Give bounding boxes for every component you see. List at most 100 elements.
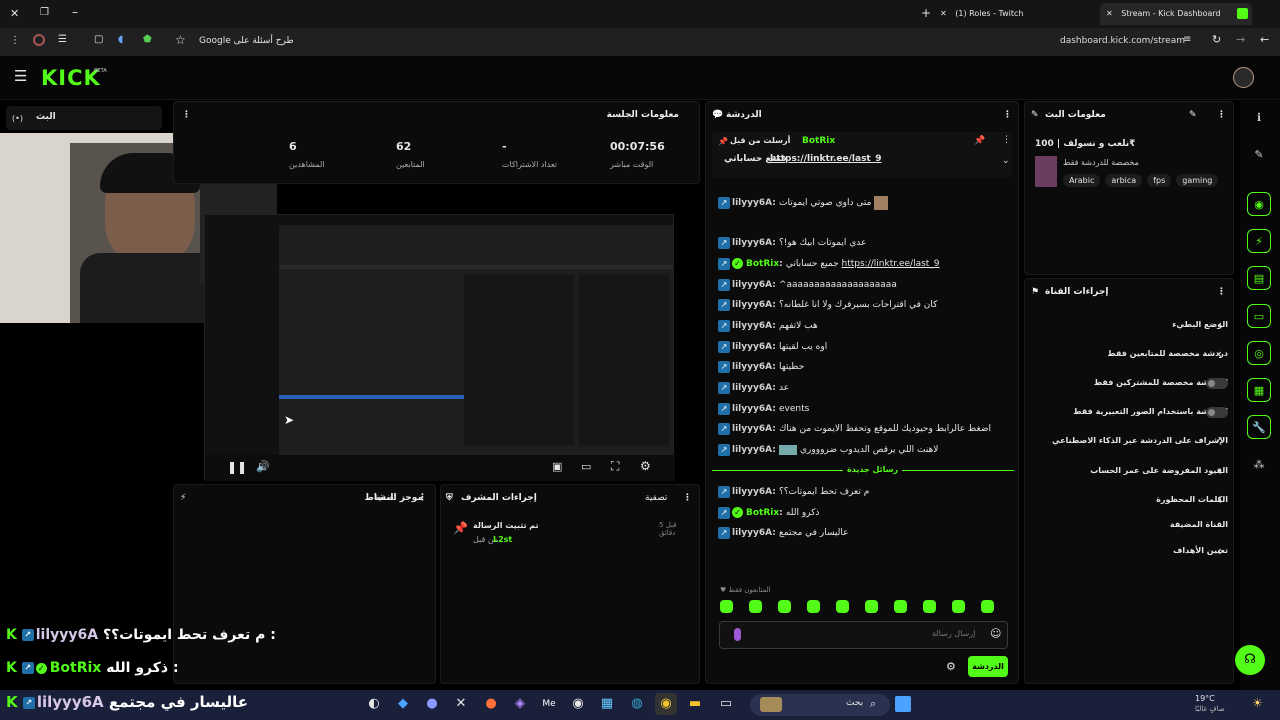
toggle-switch[interactable] (1206, 407, 1228, 418)
url-field[interactable]: dashboard.kick.com/stream (1060, 36, 1185, 46)
action-banned-words[interactable]: الكلمات المحظورة › (1031, 491, 1228, 509)
pinned-sender[interactable]: BotRix (802, 136, 835, 146)
chat-username[interactable]: lilyyy6A (732, 321, 772, 331)
extension-puzzle-icon[interactable]: ▢ (94, 34, 103, 45)
action-account-age[interactable]: القيود المفروضة على عمر الحساب › (1031, 462, 1228, 480)
chat-username[interactable]: lilyyy6A (732, 383, 772, 393)
emoji-icon[interactable]: ☺ (990, 627, 1001, 640)
chat-username[interactable]: lilyyy6A (732, 362, 772, 372)
bookmark-star-icon[interactable]: ☆ (175, 33, 186, 47)
new-tab-icon[interactable]: + (921, 6, 931, 20)
taskbar-app-icon[interactable]: ◐ (363, 693, 385, 715)
close-window-icon[interactable]: ✕ (10, 7, 19, 20)
info-icon[interactable]: ℹ (1247, 106, 1271, 130)
reload-icon[interactable]: ↻ (1212, 33, 1221, 46)
mod-menu-icon[interactable]: ⋮ (683, 485, 692, 511)
emote-icon[interactable] (923, 600, 936, 613)
chat-username[interactable]: lilyyy6A (732, 487, 772, 497)
tab-twitch[interactable]: ✕ (1) Roles - Twitch (940, 4, 1070, 24)
action-subscribers-only[interactable]: الدردشة مخصصة للمشتركين فقط (1031, 374, 1228, 392)
chat-username[interactable]: lilyyy6A (732, 528, 772, 538)
close-tab-icon[interactable]: ✕ (1106, 9, 1113, 18)
chat-menu-icon[interactable]: ⋮ (1003, 102, 1012, 128)
fullscreen-icon[interactable]: ⛶ (611, 459, 619, 474)
tune-icon[interactable]: ≡ (1183, 34, 1191, 45)
chat-username[interactable]: lilyyy6A (732, 238, 772, 248)
chat-username[interactable]: lilyyy6A (732, 280, 772, 290)
action-set-goals[interactable]: تعيين الأهداف › (1031, 542, 1228, 560)
pause-icon[interactable]: ❚❚ (227, 460, 247, 474)
mic-icon[interactable] (734, 628, 741, 641)
chat-username[interactable]: lilyyy6A (732, 445, 772, 455)
windows-start-icon[interactable] (895, 696, 911, 712)
chevron-down-icon[interactable]: ⌄ (1002, 156, 1010, 166)
pinned-link[interactable]: https://linktr.ee/last_9 (770, 154, 882, 164)
chat-username[interactable]: lilyyy6A (732, 198, 772, 208)
volume-icon[interactable]: 🔊 (256, 460, 270, 473)
chat-rail-icon[interactable]: ▭ (1247, 304, 1271, 328)
toggle-switch[interactable] (1206, 378, 1228, 389)
back-icon[interactable]: ← (1260, 33, 1269, 46)
action-followers-only[interactable]: دردشة مخصصة للمتابعين فقط › (1031, 345, 1228, 363)
taskbar-edge-icon[interactable]: ◍ (626, 693, 648, 715)
pencil-icon[interactable]: ✎ (1247, 143, 1271, 167)
chat-link[interactable]: https://linktr.ee/last_9 (842, 259, 940, 269)
emote-icon[interactable] (952, 600, 965, 613)
taskbar-chrome-icon[interactable]: ◉ (655, 693, 677, 715)
audio-icon[interactable]: ◖ (118, 34, 123, 45)
chat-username[interactable]: lilyyy6A (732, 404, 772, 414)
restore-window-icon[interactable]: ❐ (40, 7, 49, 18)
taskbar-app-icon[interactable]: ▭ (715, 693, 737, 715)
action-emote-only[interactable]: الدردشة باستخدام الصور التعبيرية فقط (1031, 403, 1228, 421)
taskbar-folder-icon[interactable]: ▬ (684, 693, 706, 715)
tag[interactable]: Arabic (1063, 174, 1101, 187)
taskbar-firefox-icon[interactable]: ● (480, 693, 502, 715)
chat-username[interactable]: lilyyy6A (732, 424, 772, 434)
user-avatar[interactable] (1233, 67, 1254, 88)
menu-dots-icon[interactable]: ⋮ (10, 35, 20, 46)
emote-icon[interactable] (778, 600, 791, 613)
tag[interactable]: gaming (1176, 174, 1219, 187)
emote-icon[interactable] (981, 600, 994, 613)
taskbar-search[interactable]: بحث ⌕ (750, 694, 890, 716)
bolt-rail-icon[interactable]: ⚡ (1247, 229, 1271, 253)
camera-icon[interactable]: ◉ (1247, 192, 1271, 216)
taskbar-obs-icon[interactable]: ◉ (567, 693, 589, 715)
activity-filter-button[interactable]: تصفية (374, 485, 396, 511)
chat-username[interactable]: lilyyy6A (732, 342, 772, 352)
chat-username[interactable]: BotRix (746, 259, 779, 269)
minimize-window-icon[interactable]: – (72, 5, 78, 19)
taskbar-store-icon[interactable]: ▦ (596, 693, 618, 715)
pip-icon[interactable]: ▣ (552, 460, 562, 473)
layout-icon[interactable]: ▦ (1247, 378, 1271, 402)
taskbar-app-icon[interactable]: ◈ (509, 693, 531, 715)
emote-icon[interactable] (720, 600, 733, 613)
google-search-chip[interactable]: Google طرح أسئلة على (199, 36, 294, 46)
extension-icon[interactable] (33, 34, 45, 46)
send-chat-button[interactable]: الدردشة (968, 656, 1008, 677)
action-ai-moderation[interactable]: الإشراف على الدردشة عبر الذكاء الاصطناعي… (1031, 432, 1228, 450)
chat-username[interactable]: BotRix (746, 508, 779, 518)
chat-input[interactable]: إرسال رسالة ☺ (719, 621, 1008, 649)
session-menu-icon[interactable]: ⋮ (182, 102, 191, 128)
nodes-icon[interactable]: ⁂ (1247, 453, 1271, 477)
shield-icon[interactable]: ⬟ (143, 34, 152, 45)
tag[interactable]: arbica (1105, 174, 1143, 187)
hamburger-menu-icon[interactable]: ☰ (14, 67, 27, 85)
chat-username[interactable]: lilyyy6A (732, 300, 772, 310)
pinned-menu-icon[interactable]: ⋮ (1002, 135, 1011, 145)
emote-icon[interactable] (836, 600, 849, 613)
support-headset-icon[interactable]: ☊ (1235, 645, 1265, 675)
left-nav-stream[interactable]: البث (6, 106, 162, 130)
activity-menu-icon[interactable]: ⋮ (418, 485, 427, 511)
unpin-icon[interactable]: 📌 (974, 136, 985, 146)
channel-actions-menu-icon[interactable]: ⋮ (1217, 279, 1226, 305)
tab-kick-dashboard[interactable]: ✕ Stream - Kick Dashboard (1100, 3, 1252, 25)
action-host-channel[interactable]: القناة المضيفة (1031, 516, 1228, 534)
forward-icon[interactable]: → (1236, 33, 1245, 46)
taskbar-app-icon[interactable]: ✕ (450, 693, 472, 715)
broadcast-rail-icon[interactable]: ◎ (1247, 341, 1271, 365)
settings-gear-icon[interactable]: ⚙ (640, 459, 651, 473)
emote-icon[interactable] (894, 600, 907, 613)
theater-icon[interactable]: ▭ (581, 460, 591, 473)
